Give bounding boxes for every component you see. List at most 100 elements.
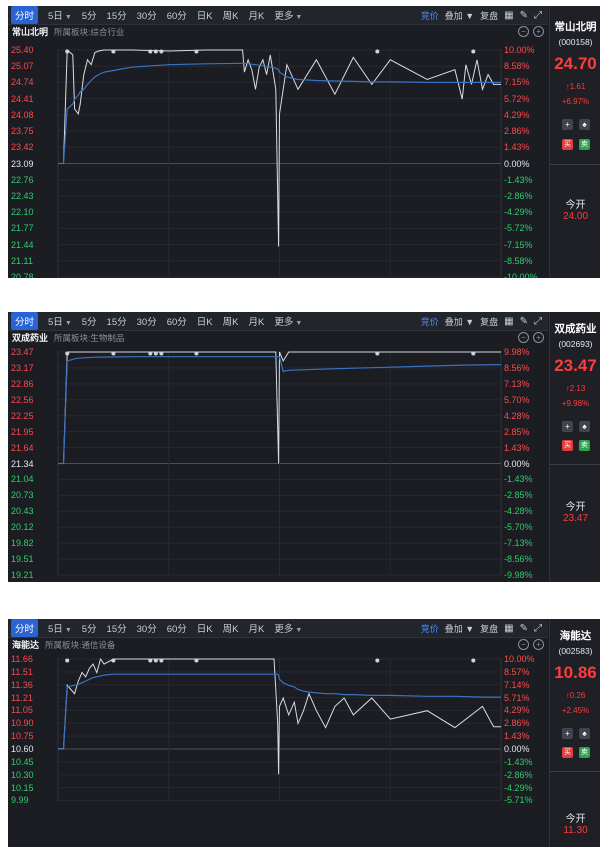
price-axis-label: 20.43: [11, 506, 34, 517]
event-marker[interactable]: [375, 49, 380, 54]
percent-change: +9.98%: [561, 399, 590, 408]
event-marker[interactable]: [471, 658, 476, 663]
open-price: 24.00: [562, 211, 589, 222]
price-axis-label: 22.76: [11, 174, 34, 185]
percent-axis-label: 2.86%: [504, 718, 530, 729]
percent-axis-label: -7.13%: [504, 538, 533, 549]
percent-axis-label: -4.28%: [504, 506, 533, 517]
event-marker[interactable]: [148, 351, 153, 356]
price-axis-label: 19.51: [11, 554, 34, 565]
last-price: 10.86: [554, 663, 597, 682]
price-axis-label: 20.73: [11, 490, 34, 501]
event-marker[interactable]: [111, 351, 116, 356]
stock-code: (002583): [558, 646, 593, 656]
sell-button[interactable]: 卖: [579, 747, 590, 758]
price-axis-label: 10.60: [11, 744, 34, 754]
sidebar-stock-name: 海能达: [559, 630, 592, 642]
chart-canvas: [57, 351, 502, 576]
percent-axis-label: 10.00%: [504, 654, 535, 664]
alert-bell-icon[interactable]: ♠: [579, 119, 590, 130]
price-axis-label: 20.78: [11, 272, 34, 278]
percent-axis-label: -2.85%: [504, 490, 533, 501]
percent-axis-label: 0.00%: [504, 158, 530, 169]
open-label: 今开: [565, 814, 586, 825]
percent-axis-label: 7.15%: [504, 77, 530, 88]
event-marker[interactable]: [159, 658, 164, 663]
percent-axis-label: -1.43%: [504, 756, 533, 767]
alert-bell-icon[interactable]: ♠: [579, 421, 590, 432]
price-axis-label: 21.77: [11, 223, 34, 234]
price-axis-label: 22.43: [11, 190, 34, 201]
intraday-chart: 23.47 23.17 22.86 22.56 22.25 21.95 21.64 21.34…: [8, 312, 548, 582]
buy-button[interactable]: 买: [562, 139, 573, 150]
event-marker[interactable]: [111, 658, 116, 663]
sidebar-divider: [550, 164, 600, 165]
percent-axis-label: 1.43%: [504, 731, 530, 742]
percent-axis-label: 1.43%: [504, 142, 530, 153]
event-marker[interactable]: [153, 351, 158, 356]
chart-canvas: [57, 657, 502, 801]
percent-axis-label: -5.71%: [504, 795, 533, 806]
buy-button[interactable]: 买: [562, 440, 573, 451]
percent-change: +2.45%: [561, 706, 590, 715]
event-marker[interactable]: [148, 49, 153, 54]
percent-axis-label: 7.14%: [504, 679, 530, 690]
price-axis-label: 22.10: [11, 207, 34, 218]
event-marker[interactable]: [148, 658, 153, 663]
open-price: 11.30: [563, 825, 588, 836]
percent-axis-label: 0.00%: [504, 744, 530, 754]
add-watchlist-icon[interactable]: +: [562, 728, 573, 739]
price-axis-label: 24.41: [11, 93, 34, 104]
quote-sidebar: 常山北明 (000158) 24.70 ↑1.61 +6.97% + ♠ 买 卖…: [549, 6, 600, 278]
percent-axis-label: -5.70%: [504, 522, 533, 533]
add-watchlist-icon[interactable]: +: [562, 421, 573, 432]
sell-button[interactable]: 卖: [579, 139, 590, 150]
price-change: ↑2.13: [565, 384, 586, 393]
alert-bell-icon[interactable]: ♠: [579, 728, 590, 739]
event-marker[interactable]: [159, 49, 164, 54]
sell-button[interactable]: 卖: [579, 440, 590, 451]
event-marker[interactable]: [471, 49, 476, 54]
percent-axis-label: 8.57%: [504, 666, 530, 677]
percent-axis-label: -4.29%: [504, 207, 533, 218]
price-axis-label: 11.66: [11, 654, 33, 664]
percent-axis-label: -7.15%: [504, 239, 533, 250]
event-marker[interactable]: [194, 49, 199, 54]
event-marker[interactable]: [194, 658, 199, 663]
event-marker[interactable]: [194, 351, 199, 356]
percent-axis-label: 8.58%: [504, 61, 530, 72]
percent-axis-label: -8.58%: [504, 255, 533, 266]
percent-axis-label: 5.71%: [504, 692, 530, 703]
open-label: 今开: [565, 502, 586, 513]
event-marker[interactable]: [153, 49, 158, 54]
event-marker[interactable]: [111, 49, 116, 54]
open-label: 今开: [565, 200, 586, 211]
price-axis-label: 23.09: [11, 158, 34, 169]
event-marker[interactable]: [471, 351, 476, 356]
percent-axis-label: 0.00%: [504, 458, 530, 469]
event-marker[interactable]: [375, 351, 380, 356]
stock-panel-2: 分时 5日 ▼ 5分 15分 30分 60分 日K 周K 月K 更多 ▼ 竞价 叠加…: [8, 312, 600, 582]
price-axis-label: 23.47: [11, 347, 34, 357]
event-marker[interactable]: [375, 658, 380, 663]
price-axis-label: 10.45: [11, 756, 34, 767]
price-axis-label: 21.04: [11, 474, 34, 485]
percent-axis-label: -1.43%: [504, 474, 533, 485]
sidebar-stock-name: 双成药业: [554, 323, 597, 335]
price-axis-label: 11.05: [11, 705, 33, 716]
event-marker[interactable]: [65, 49, 70, 54]
event-marker[interactable]: [65, 351, 70, 356]
buy-button[interactable]: 买: [562, 747, 573, 758]
add-watchlist-icon[interactable]: +: [562, 119, 573, 130]
percent-axis-label: 2.86%: [504, 126, 530, 137]
percent-axis-label: 2.85%: [504, 426, 530, 437]
stock-code: (002693): [558, 339, 593, 349]
sidebar-stock-name: 常山北明: [554, 21, 597, 33]
event-marker[interactable]: [153, 658, 158, 663]
percent-change: +6.97%: [561, 97, 590, 106]
event-marker[interactable]: [159, 351, 164, 356]
price-axis-label: 23.75: [11, 126, 34, 137]
event-marker[interactable]: [65, 658, 70, 663]
price-axis-label: 10.90: [11, 718, 34, 729]
stock-panel-3: 分时 5日 ▼ 5分 15分 30分 60分 日K 周K 月K 更多 ▼ 竞价 叠加…: [8, 619, 600, 847]
